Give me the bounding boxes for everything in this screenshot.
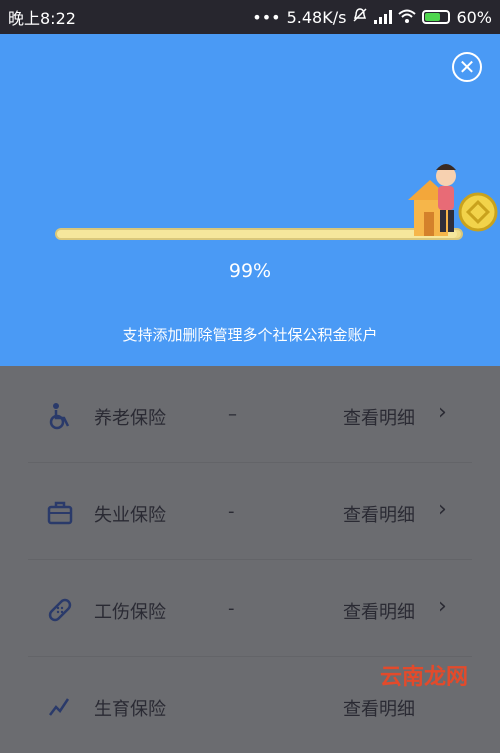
list-item[interactable]: 失业保险 - 查看明细 › [28,463,472,560]
chevron-right-icon: › [438,594,447,619]
chevron-right-icon: › [438,400,447,425]
progress-fill [57,230,457,238]
bandage-icon [46,596,74,624]
list-item[interactable]: 工伤保险 - 查看明细 › [28,560,472,657]
close-button[interactable]: ✕ [452,52,482,82]
insurance-name: 生育保险 [94,699,166,720]
insurance-name: 失业保险 [94,505,166,526]
signal-icon [374,10,393,24]
insurance-amount: - [228,598,235,619]
view-detail-link[interactable]: 查看明细 [343,404,415,430]
progress-percent: 99% [228,260,272,282]
view-detail-link[interactable]: 查看明细 [343,501,415,527]
close-icon: ✕ [458,55,476,79]
briefcase-icon [46,499,74,527]
chevron-right-icon: › [438,497,447,522]
status-bar: 晚上8:22 ••• 5.48K/s 60% [0,0,500,34]
insurance-name: 工伤保险 [94,602,166,623]
loading-panel: ✕ 99% 支持添加删除管理多个社保公积金账户 [0,34,500,366]
tagline-text: 支持添加删除管理多个社保公积金账户 [122,326,378,344]
view-detail-link[interactable]: 查看明细 [343,695,415,721]
insurance-list: 养老保险 – 查看明细 › 失业保险 - 查看明细 › 工伤保险 - 查看明细 … [28,366,472,753]
stork-icon [46,693,74,721]
view-detail-link[interactable]: 查看明细 [343,598,415,624]
mute-icon [352,7,368,27]
wheelchair-icon [46,402,74,430]
status-indicators: ••• 5.48K/s 60% [252,7,492,27]
mascot-house-icon [408,164,498,236]
dots-indicator: ••• [252,7,281,27]
list-item[interactable]: 养老保险 – 查看明细 › [28,366,472,463]
insurance-amount: – [228,404,237,425]
network-speed: 5.48K/s [286,7,347,27]
insurance-name: 养老保险 [94,408,166,429]
battery-percent: 60% [456,7,492,27]
wifi-icon [398,8,417,27]
status-time: 晚上8:22 [8,9,76,28]
watermark: 云南龙网 [379,665,468,690]
battery-icon [422,10,451,24]
insurance-amount: - [228,501,235,522]
